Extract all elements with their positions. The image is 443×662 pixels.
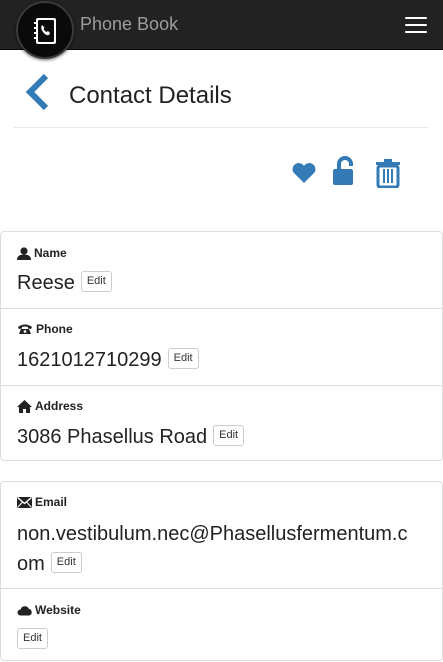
heart-icon bbox=[292, 163, 316, 183]
phone-label-text: Phone bbox=[36, 322, 73, 336]
contact-card-online: Email non.vestibulum.nec@Phasellusfermen… bbox=[0, 481, 443, 661]
edit-phone-button[interactable]: Edit bbox=[167, 348, 199, 370]
address-label: Address bbox=[17, 399, 83, 413]
hamburger-icon bbox=[405, 17, 427, 19]
email-label: Email bbox=[17, 495, 67, 509]
address-label-text: Address bbox=[35, 399, 84, 413]
back-button[interactable] bbox=[22, 72, 54, 112]
address-book-icon[interactable] bbox=[16, 1, 74, 59]
page-title: Contact Details bbox=[69, 82, 232, 109]
email-label-text: Email bbox=[35, 495, 68, 509]
contact-actions bbox=[0, 156, 443, 190]
edit-email-button[interactable]: Edit bbox=[50, 552, 82, 574]
app-brand[interactable]: Phone Book bbox=[80, 14, 178, 35]
edit-address-button[interactable]: Edit bbox=[213, 425, 245, 447]
chevron-left-icon bbox=[25, 73, 49, 111]
delete-button[interactable] bbox=[375, 158, 401, 193]
email-value-row: non.vestibulum.nec@Phasellusfermentum.co… bbox=[17, 519, 417, 579]
website-label-text: Website bbox=[35, 603, 81, 617]
user-icon bbox=[17, 246, 31, 260]
hamburger-icon-bar bbox=[405, 24, 427, 26]
phone-label: Phone bbox=[17, 322, 73, 336]
navbar: Phone Book bbox=[0, 0, 443, 59]
email-field: Email non.vestibulum.nec@Phasellusfermen… bbox=[1, 482, 442, 589]
contact-card-basic: Name Reese Edit Phone 1621012710299 Edit A… bbox=[0, 231, 443, 461]
hamburger-icon-bar bbox=[405, 31, 427, 33]
address-value: 3086 Phasellus Road bbox=[17, 426, 208, 448]
website-value-row: Edit bbox=[17, 628, 48, 652]
edit-name-button[interactable]: Edit bbox=[80, 271, 112, 293]
page-header: Contact Details bbox=[14, 66, 429, 128]
address-field: Address 3086 Phasellus Road Edit bbox=[1, 386, 442, 462]
phone-value: 1621012710299 bbox=[17, 349, 162, 371]
envelope-icon bbox=[17, 496, 32, 508]
name-label: Name bbox=[17, 246, 67, 260]
lock-button[interactable] bbox=[331, 156, 357, 191]
cloud-icon bbox=[17, 605, 32, 615]
favorite-button[interactable] bbox=[291, 162, 317, 189]
address-value-row: 3086 Phasellus Road Edit bbox=[17, 425, 245, 449]
name-value-row: Reese Edit bbox=[17, 271, 112, 295]
home-icon bbox=[17, 399, 32, 413]
name-label-text: Name bbox=[34, 246, 67, 260]
menu-toggle-button[interactable] bbox=[401, 13, 429, 37]
edit-website-button[interactable]: Edit bbox=[17, 628, 48, 650]
name-field: Name Reese Edit bbox=[1, 232, 442, 309]
name-value: Reese bbox=[17, 272, 75, 294]
phone-field: Phone 1621012710299 Edit bbox=[1, 309, 442, 386]
phone-value-row: 1621012710299 Edit bbox=[17, 348, 199, 372]
unlock-icon bbox=[333, 156, 353, 185]
website-field: Website Edit bbox=[1, 589, 442, 662]
website-label: Website bbox=[17, 603, 81, 617]
phone-icon bbox=[18, 324, 32, 334]
trash-icon bbox=[376, 159, 400, 189]
